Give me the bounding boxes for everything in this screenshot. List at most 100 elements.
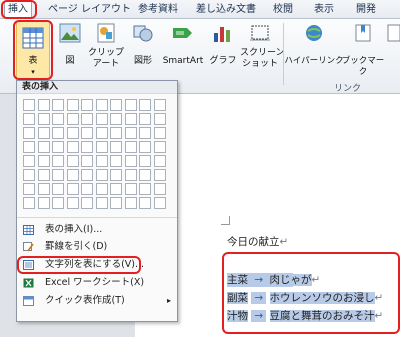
- grid-cell[interactable]: [23, 127, 35, 139]
- tab-page-layout[interactable]: ページ レイアウト: [48, 2, 131, 17]
- grid-cell[interactable]: [110, 99, 122, 111]
- grid-cell[interactable]: [139, 197, 151, 209]
- grid-cell[interactable]: [95, 155, 108, 167]
- menu-item-quick-tables[interactable]: クイック表作成(T) ▸: [17, 293, 177, 309]
- grid-cell[interactable]: [52, 169, 64, 181]
- grid-cell[interactable]: [110, 197, 122, 209]
- grid-cell[interactable]: [124, 183, 137, 195]
- grid-cell[interactable]: [81, 127, 93, 139]
- grid-cell[interactable]: [52, 99, 64, 111]
- grid-cell[interactable]: [124, 155, 137, 167]
- grid-cell[interactable]: [153, 113, 166, 125]
- grid-cell[interactable]: [95, 197, 108, 209]
- grid-cell[interactable]: [124, 99, 137, 111]
- tab-review[interactable]: 校閲: [273, 2, 293, 17]
- grid-cell[interactable]: [139, 183, 151, 195]
- grid-cell[interactable]: [81, 141, 93, 153]
- tab-view[interactable]: 表示: [314, 2, 334, 17]
- grid-cell[interactable]: [95, 99, 108, 111]
- grid-cell[interactable]: [110, 183, 122, 195]
- grid-cell[interactable]: [95, 127, 108, 139]
- tab-references[interactable]: 参考資料: [138, 2, 178, 17]
- grid-cell[interactable]: [153, 127, 166, 139]
- tab-developer[interactable]: 開発: [356, 2, 376, 17]
- grid-cell[interactable]: [139, 113, 151, 125]
- grid-cell[interactable]: [52, 127, 64, 139]
- grid-cell[interactable]: [81, 197, 93, 209]
- grid-cell[interactable]: [66, 99, 79, 111]
- grid-cell[interactable]: [81, 155, 93, 167]
- chart-button[interactable]: グラフ: [208, 23, 238, 67]
- grid-cell[interactable]: [23, 183, 35, 195]
- grid-cell[interactable]: [52, 183, 64, 195]
- grid-cell[interactable]: [37, 197, 50, 209]
- menu-item-excel-worksheet[interactable]: Excel ワークシート(X): [17, 275, 177, 291]
- grid-cell[interactable]: [110, 127, 122, 139]
- hyperlink-button[interactable]: ハイパーリンク: [284, 23, 344, 67]
- clipart-button[interactable]: クリップ アート: [88, 23, 124, 70]
- shapes-button[interactable]: 図形: [128, 23, 158, 67]
- grid-cell[interactable]: [37, 141, 50, 153]
- convert-item-highlight: [17, 256, 141, 274]
- grid-cell[interactable]: [95, 141, 108, 153]
- grid-cell[interactable]: [23, 99, 35, 111]
- grid-cell[interactable]: [124, 169, 137, 181]
- grid-cell[interactable]: [37, 127, 50, 139]
- menu-item-draw-table[interactable]: 罫線を引く(D): [17, 239, 177, 255]
- grid-cell[interactable]: [23, 141, 35, 153]
- grid-cell[interactable]: [110, 113, 122, 125]
- tab-mailings[interactable]: 差し込み文書: [196, 2, 256, 17]
- grid-cell[interactable]: [81, 169, 93, 181]
- grid-cell[interactable]: [153, 155, 166, 167]
- grid-cell[interactable]: [95, 183, 108, 195]
- grid-cell[interactable]: [124, 113, 137, 125]
- grid-cell[interactable]: [52, 197, 64, 209]
- screenshot-button[interactable]: スクリーン ショット: [240, 23, 285, 70]
- grid-cell[interactable]: [23, 155, 35, 167]
- grid-cell[interactable]: [110, 141, 122, 153]
- grid-cell[interactable]: [52, 141, 64, 153]
- grid-cell[interactable]: [110, 169, 122, 181]
- grid-cell[interactable]: [124, 127, 137, 139]
- grid-cell[interactable]: [139, 99, 151, 111]
- bookmark-button[interactable]: ブックマーク: [340, 23, 386, 78]
- picture-button[interactable]: 図: [56, 23, 84, 67]
- grid-cell[interactable]: [66, 127, 79, 139]
- crossref-button[interactable]: [386, 23, 400, 47]
- grid-cell[interactable]: [66, 183, 79, 195]
- grid-cell[interactable]: [153, 197, 166, 209]
- grid-cell[interactable]: [66, 197, 79, 209]
- grid-cell[interactable]: [37, 99, 50, 111]
- grid-cell[interactable]: [66, 155, 79, 167]
- grid-cell[interactable]: [66, 169, 79, 181]
- grid-cell[interactable]: [81, 183, 93, 195]
- grid-cell[interactable]: [139, 169, 151, 181]
- grid-cell[interactable]: [52, 113, 64, 125]
- grid-cell[interactable]: [37, 113, 50, 125]
- grid-cell[interactable]: [66, 113, 79, 125]
- grid-cell[interactable]: [110, 155, 122, 167]
- grid-cell[interactable]: [81, 99, 93, 111]
- grid-cell[interactable]: [124, 197, 137, 209]
- grid-cell[interactable]: [124, 141, 137, 153]
- grid-cell[interactable]: [153, 169, 166, 181]
- grid-cell[interactable]: [139, 155, 151, 167]
- grid-cell[interactable]: [139, 141, 151, 153]
- menu-item-insert-table[interactable]: 表の挿入(I)...: [17, 222, 177, 238]
- grid-cell[interactable]: [139, 127, 151, 139]
- grid-cell[interactable]: [95, 169, 108, 181]
- grid-cell[interactable]: [81, 113, 93, 125]
- grid-cell[interactable]: [23, 113, 35, 125]
- grid-cell[interactable]: [23, 197, 35, 209]
- grid-cell[interactable]: [95, 113, 108, 125]
- grid-cell[interactable]: [37, 155, 50, 167]
- grid-cell[interactable]: [66, 141, 79, 153]
- grid-cell[interactable]: [153, 141, 166, 153]
- grid-cell[interactable]: [37, 169, 50, 181]
- grid-cell[interactable]: [37, 183, 50, 195]
- smartart-button[interactable]: SmartArt: [160, 23, 206, 67]
- grid-cell[interactable]: [52, 155, 64, 167]
- grid-cell[interactable]: [153, 99, 166, 111]
- grid-cell[interactable]: [23, 169, 35, 181]
- grid-cell[interactable]: [153, 183, 166, 195]
